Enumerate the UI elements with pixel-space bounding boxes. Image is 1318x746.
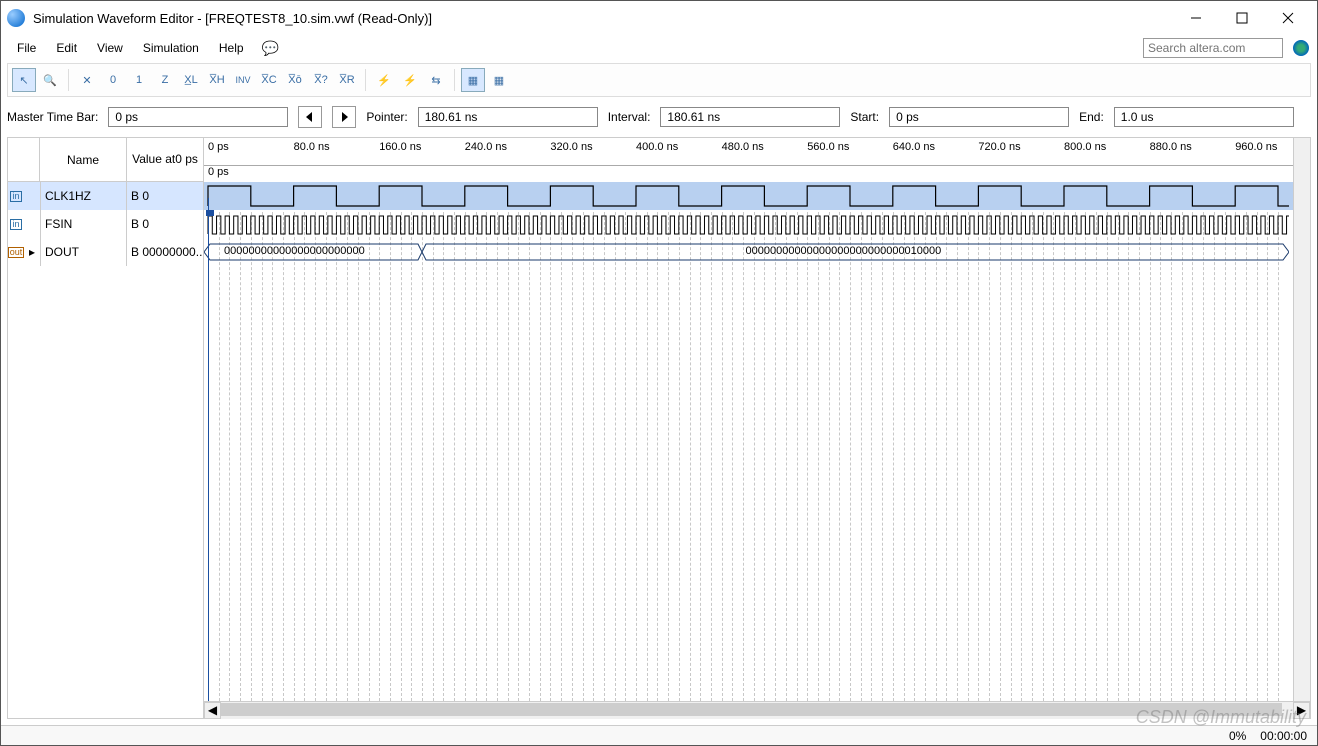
- signal-row-clk1hz[interactable]: in CLK1HZB 0: [8, 182, 203, 210]
- signal-panel: Name Value at0 ps inCLK1HZB 0inFSINB 0ou…: [8, 138, 204, 718]
- marker-row[interactable]: 0 ps: [204, 166, 1310, 182]
- next-button[interactable]: [332, 106, 356, 128]
- expand-icon: [24, 210, 40, 238]
- tool-rand2[interactable]: ⚡: [398, 68, 422, 92]
- waveform-row-fsin[interactable]: [204, 210, 1310, 238]
- help-bubble-icon[interactable]: 💬: [262, 40, 279, 57]
- tool-grid[interactable]: ▦: [461, 68, 485, 92]
- status-bar: 0% 00:00:00: [1, 725, 1317, 745]
- signal-value: B 0: [127, 210, 203, 238]
- vertical-scrollbar[interactable]: [1293, 138, 1310, 701]
- signal-name: DOUT: [40, 238, 127, 266]
- main-area: Name Value at0 ps inCLK1HZB 0inFSINB 0ou…: [7, 137, 1311, 719]
- tool-force-1[interactable]: 1: [127, 68, 151, 92]
- waveform-row-clk1hz[interactable]: [204, 182, 1310, 210]
- time-ruler[interactable]: 0 ps80.0 ns160.0 ns240.0 ns320.0 ns400.0…: [204, 138, 1310, 166]
- waveform-row-dout[interactable]: 0000000000000000000000000000000000000000…: [204, 238, 1310, 266]
- start-field[interactable]: [889, 107, 1069, 127]
- close-button[interactable]: [1265, 4, 1311, 32]
- menu-help[interactable]: Help: [211, 38, 252, 58]
- time-info-bar: Master Time Bar: Pointer: Interval: Star…: [7, 103, 1311, 131]
- tool-rand1[interactable]: ⚡: [372, 68, 396, 92]
- tool-force-xl[interactable]: X̲L: [179, 68, 203, 92]
- col-name[interactable]: Name: [40, 138, 127, 181]
- tool-force-0[interactable]: 0: [101, 68, 125, 92]
- signal-header: Name Value at0 ps: [8, 138, 203, 182]
- tool-xr[interactable]: X̅R: [335, 68, 359, 92]
- tool-eq[interactable]: ▦: [487, 68, 511, 92]
- master-time-field[interactable]: [108, 107, 288, 127]
- expand-icon[interactable]: ▸: [24, 238, 40, 266]
- end-label: End:: [1079, 110, 1104, 124]
- signal-row-dout[interactable]: out▸DOUTB 00000000...: [8, 238, 203, 266]
- signal-dir-icon: in: [8, 210, 24, 238]
- col-value[interactable]: Value at0 ps: [127, 138, 203, 181]
- signal-name: CLK1HZ: [40, 182, 127, 210]
- signal-value: B 00000000...: [127, 238, 203, 266]
- tool-xq[interactable]: X̅?: [309, 68, 333, 92]
- end-field[interactable]: [1114, 107, 1294, 127]
- signal-dir-icon: out: [8, 238, 24, 266]
- menu-simulation[interactable]: Simulation: [135, 38, 207, 58]
- time-marker[interactable]: [208, 198, 209, 701]
- app-icon: [7, 9, 25, 27]
- marker-label: 0 ps: [208, 166, 229, 178]
- signal-name: FSIN: [40, 210, 127, 238]
- pointer-field[interactable]: [418, 107, 598, 127]
- menu-view[interactable]: View: [89, 38, 131, 58]
- scroll-left-icon[interactable]: ◀: [204, 702, 221, 719]
- tool-snap[interactable]: ⇆: [424, 68, 448, 92]
- window-title: Simulation Waveform Editor - [FREQTEST8_…: [33, 11, 1173, 26]
- tool-zoom[interactable]: 🔍: [38, 68, 62, 92]
- tool-pointer[interactable]: ↖: [12, 68, 36, 92]
- interval-field[interactable]: [660, 107, 840, 127]
- tool-force-x[interactable]: ✕: [75, 68, 99, 92]
- menu-edit[interactable]: Edit: [48, 38, 85, 58]
- waveform-area: 0 ps80.0 ns160.0 ns240.0 ns320.0 ns400.0…: [204, 138, 1310, 718]
- horizontal-scrollbar[interactable]: ◀ ▶: [204, 701, 1310, 718]
- tool-force-xh[interactable]: X̅H: [205, 68, 229, 92]
- menu-bar: File Edit View Simulation Help 💬: [1, 35, 1317, 61]
- start-label: Start:: [850, 110, 879, 124]
- status-progress: 0%: [1229, 729, 1246, 743]
- scroll-right-icon[interactable]: ▶: [1293, 702, 1310, 719]
- toolbar: ↖ 🔍 ✕ 0 1 Z X̲L X̅H INV X̅C X̅ō X̅? X̅R …: [7, 63, 1311, 97]
- tool-xo[interactable]: X̅ō: [283, 68, 307, 92]
- status-time: 00:00:00: [1260, 729, 1307, 743]
- tool-xc[interactable]: X̅C: [257, 68, 281, 92]
- pointer-label: Pointer:: [366, 110, 407, 124]
- tool-invert[interactable]: INV: [231, 68, 255, 92]
- signal-row-fsin[interactable]: in FSINB 0: [8, 210, 203, 238]
- maximize-button[interactable]: [1219, 4, 1265, 32]
- tool-force-z[interactable]: Z: [153, 68, 177, 92]
- globe-icon[interactable]: [1293, 40, 1309, 56]
- prev-button[interactable]: [298, 106, 322, 128]
- master-time-label: Master Time Bar:: [7, 110, 98, 124]
- signal-dir-icon: in: [8, 182, 24, 210]
- search-input[interactable]: [1143, 38, 1283, 58]
- minimize-button[interactable]: [1173, 4, 1219, 32]
- interval-label: Interval:: [608, 110, 651, 124]
- signal-value: B 0: [127, 182, 203, 210]
- expand-icon: [24, 182, 40, 210]
- waveform-canvas[interactable]: 0000000000000000000000000000000000000000…: [204, 182, 1310, 701]
- title-bar: Simulation Waveform Editor - [FREQTEST8_…: [1, 1, 1317, 35]
- menu-file[interactable]: File: [9, 38, 44, 58]
